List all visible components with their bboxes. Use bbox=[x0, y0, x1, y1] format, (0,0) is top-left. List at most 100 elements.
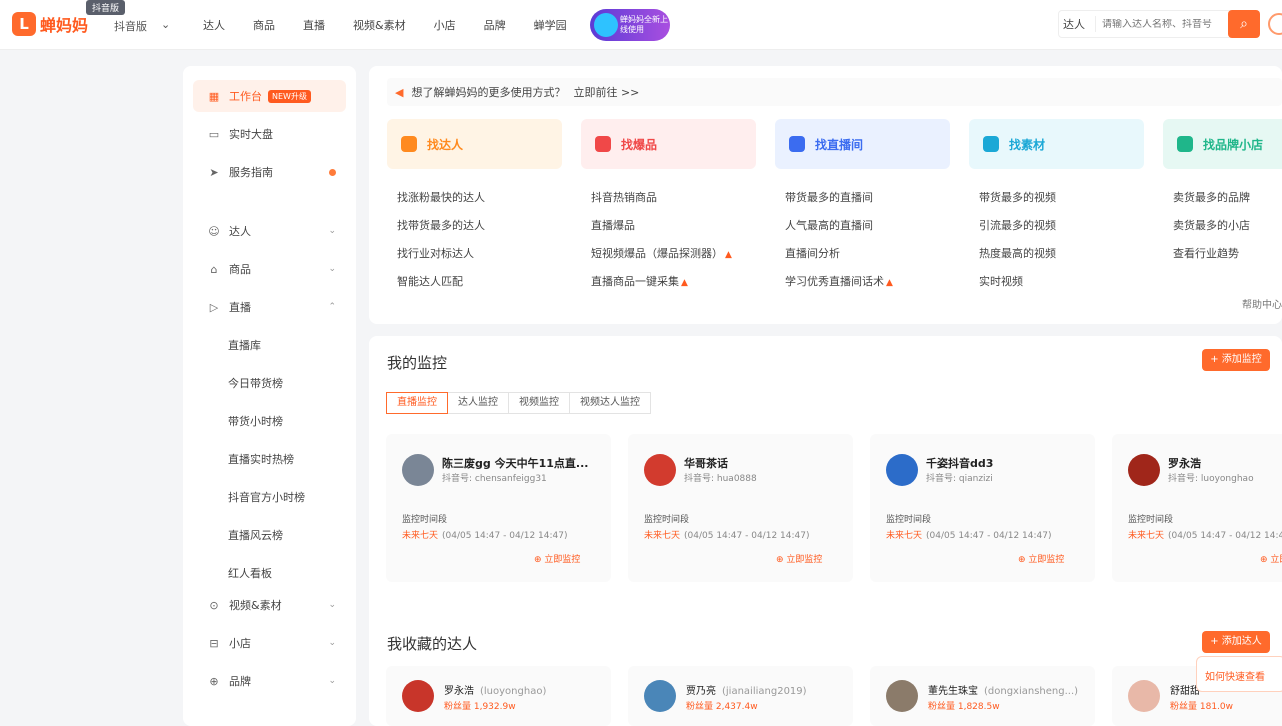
quick-link[interactable]: 找行业对标达人 bbox=[397, 245, 474, 261]
quick-link[interactable]: 实时视频 bbox=[979, 273, 1023, 289]
sidebar-sub-item[interactable]: 直播实时热榜 bbox=[228, 451, 294, 467]
sidebar-sub-item[interactable]: 直播风云榜 bbox=[228, 527, 283, 543]
sidebar-sub-item[interactable]: 今日带货榜 bbox=[228, 375, 283, 391]
sidebar-item-brand[interactable]: ⊕ 品牌 ⌄ bbox=[193, 665, 346, 697]
promo-banner[interactable]: 蝉妈妈全新上线使用 bbox=[590, 9, 670, 41]
logo[interactable]: L 蝉妈妈 bbox=[12, 12, 88, 36]
entry-card[interactable]: 找爆品 bbox=[581, 119, 756, 169]
monitor-time-range: (04/05 14:47 - 04/12 14:47) bbox=[442, 531, 568, 541]
notice-bar: ◀ 想了解蝉妈妈的更多使用方式？ 立即前往 >> bbox=[387, 78, 1282, 106]
favorite-handle: (dongxiansheng...) bbox=[984, 686, 1079, 697]
tab-daren-monitor[interactable]: 达人监控 bbox=[447, 392, 509, 414]
quick-link-text: 带货最多的视频 bbox=[979, 191, 1056, 204]
sidebar-item-shop[interactable]: ⊟ 小店 ⌄ bbox=[193, 627, 346, 659]
sidebar-sub-item[interactable]: 抖音官方小时榜 bbox=[228, 489, 305, 505]
nav-item-daren[interactable]: 达人 bbox=[203, 17, 225, 33]
entry-card[interactable]: 找达人 bbox=[387, 119, 562, 169]
quick-link[interactable]: 带货最多的视频 bbox=[979, 189, 1056, 205]
search-type-select[interactable]: 达人 bbox=[1059, 16, 1096, 32]
add-monitor-button[interactable]: + 添加监控 bbox=[1202, 349, 1270, 371]
quick-link[interactable]: 找涨粉最快的达人 bbox=[397, 189, 485, 205]
top-bar: L 蝉妈妈 抖音版 抖音版 ⌄ 达人 商品 直播 视频&素材 小店 品牌 蝉学园… bbox=[0, 0, 1282, 50]
monitor-card: 陈三废gg 今天中午11点直... 抖音号: chensanfeigg31 监控时间… bbox=[386, 434, 611, 582]
monitor-handle: 抖音号: qianzizi bbox=[926, 474, 993, 484]
quick-link[interactable]: 人气最高的直播间 bbox=[785, 217, 873, 233]
platform-switch[interactable]: 抖音版 ⌄ bbox=[114, 18, 170, 34]
favorite-card[interactable]: 罗永浩 (luoyonghao) 粉丝量 1,932.9w bbox=[386, 666, 611, 726]
sidebar-item-live[interactable]: ▷ 直播 ⌃ bbox=[193, 291, 346, 323]
sidebar-item-guide[interactable]: ➤ 服务指南 bbox=[193, 156, 346, 188]
quick-link[interactable]: 卖货最多的小店 bbox=[1173, 217, 1250, 233]
quick-link[interactable]: 直播间分析 bbox=[785, 245, 840, 261]
sidebar-sub-item[interactable]: 红人看板 bbox=[228, 565, 272, 581]
start-monitor-label: 立即监控 bbox=[544, 555, 581, 565]
quick-link-text: 直播爆品 bbox=[591, 219, 635, 232]
chevron-down-icon: ⌄ bbox=[328, 226, 336, 236]
favorite-card[interactable]: 董先生珠宝 (dongxiansheng...) 粉丝量 1,828.5w bbox=[870, 666, 1095, 726]
quick-link[interactable]: 带货最多的直播间 bbox=[785, 189, 873, 205]
start-monitor-button[interactable]: ⊕ 立即监控 bbox=[776, 552, 822, 565]
tab-live-monitor[interactable]: 直播监控 bbox=[386, 392, 448, 414]
sidebar-sub-item[interactable]: 直播库 bbox=[228, 337, 261, 353]
quick-link[interactable]: 智能达人匹配 bbox=[397, 273, 463, 289]
nav-item-video[interactable]: 视频&素材 bbox=[353, 17, 406, 33]
floating-tip[interactable]: 如何快速查看 bbox=[1196, 656, 1282, 692]
video-icon: ⊙ bbox=[209, 598, 219, 612]
nav-item-brand[interactable]: 品牌 bbox=[484, 17, 506, 33]
quick-link[interactable]: 短视频爆品（爆品探测器） ▲ bbox=[591, 245, 732, 261]
entry-card-title: 找直播间 bbox=[815, 137, 864, 152]
quick-link[interactable]: 查看行业趋势 bbox=[1173, 245, 1239, 261]
start-monitor-button[interactable]: ⊕ 立即监控 bbox=[1018, 552, 1064, 565]
add-daren-button[interactable]: + 添加达人 bbox=[1202, 631, 1270, 653]
search-icon: ⌕ bbox=[1240, 16, 1248, 32]
user-avatar[interactable] bbox=[1268, 13, 1282, 35]
nav-item-academy[interactable]: 蝉学园 bbox=[534, 17, 567, 33]
notice-link[interactable]: 立即前往 >> bbox=[573, 84, 639, 100]
nav-item-shop[interactable]: 小店 bbox=[434, 17, 456, 33]
monitor-status: 未来七天 bbox=[402, 531, 439, 541]
search-input[interactable] bbox=[1096, 18, 1216, 30]
tab-video-monitor[interactable]: 视频监控 bbox=[508, 392, 570, 414]
entry-card[interactable]: 找素材 bbox=[969, 119, 1144, 169]
quick-link[interactable]: 找带货最多的达人 bbox=[397, 217, 485, 233]
favorite-card[interactable]: 贾乃亮 (jianailiang2019) 粉丝量 2,437.4w bbox=[628, 666, 853, 726]
tab-video-daren-monitor[interactable]: 视频达人监控 bbox=[569, 392, 651, 414]
user-icon: ☺ bbox=[208, 224, 220, 238]
monitor-card: 千姿抖音dd3 抖音号: qianzizi 监控时间段 未来七天 (04/05 14:4… bbox=[870, 434, 1095, 582]
monitor-tabs: 直播监控 达人监控 视频监控 视频达人监控 bbox=[386, 392, 651, 414]
sidebar-item-realtime[interactable]: ▭ 实时大盘 bbox=[193, 118, 346, 150]
quick-link[interactable]: 直播爆品 bbox=[591, 217, 635, 233]
search-button[interactable]: ⌕ bbox=[1228, 10, 1260, 38]
sidebar-item-daren[interactable]: ☺ 达人 ⌄ bbox=[193, 215, 346, 247]
sidebar-sub-item[interactable]: 带货小时榜 bbox=[228, 413, 283, 429]
nav-item-live[interactable]: 直播 bbox=[303, 17, 325, 33]
monitor-icon: ▭ bbox=[208, 127, 220, 141]
start-monitor-label: 立即监控 bbox=[1270, 555, 1282, 565]
sidebar-item-products[interactable]: ⌂ 商品 ⌄ bbox=[193, 253, 346, 285]
fire-icon: ▲ bbox=[681, 278, 688, 288]
quick-link[interactable]: 直播商品一键采集 ▲ bbox=[591, 273, 688, 289]
avatar bbox=[644, 680, 676, 712]
quick-link-text: 找行业对标达人 bbox=[397, 247, 474, 260]
plus-circle-icon: ⊕ bbox=[534, 555, 545, 565]
sidebar-item-label: 商品 bbox=[229, 263, 251, 276]
start-monitor-button[interactable]: ⊕ 立即监控 bbox=[534, 552, 580, 565]
entry-card[interactable]: 找品牌小店 bbox=[1163, 119, 1282, 169]
chevron-down-icon: ⌄ bbox=[328, 638, 336, 648]
nav-item-products[interactable]: 商品 bbox=[253, 17, 275, 33]
monitor-name: 罗永浩 bbox=[1168, 457, 1201, 470]
sidebar-item-label: 品牌 bbox=[229, 675, 251, 688]
quick-link[interactable]: 学习优秀直播间话术 ▲ bbox=[785, 273, 893, 289]
quick-link[interactable]: 抖音热销商品 bbox=[591, 189, 657, 205]
material-icon bbox=[983, 136, 999, 152]
sidebar-item-workbench[interactable]: ▦ 工作台 NEW升级 bbox=[193, 80, 346, 112]
quick-link[interactable]: 热度最高的视频 bbox=[979, 245, 1056, 261]
sidebar-item-video[interactable]: ⊙ 视频&素材 ⌄ bbox=[193, 589, 346, 621]
monitor-period: 未来七天 (04/05 14:47 - 04/12 14:47) bbox=[1128, 528, 1282, 541]
quick-link-text: 直播商品一键采集 bbox=[591, 275, 679, 288]
start-monitor-button[interactable]: ⊕ 立即监控 bbox=[1260, 552, 1282, 565]
quick-link[interactable]: 引流最多的视频 bbox=[979, 217, 1056, 233]
entry-card[interactable]: 找直播间 bbox=[775, 119, 950, 169]
help-center-link[interactable]: 帮助中心 bbox=[1242, 296, 1282, 311]
quick-link[interactable]: 卖货最多的品牌 bbox=[1173, 189, 1250, 205]
